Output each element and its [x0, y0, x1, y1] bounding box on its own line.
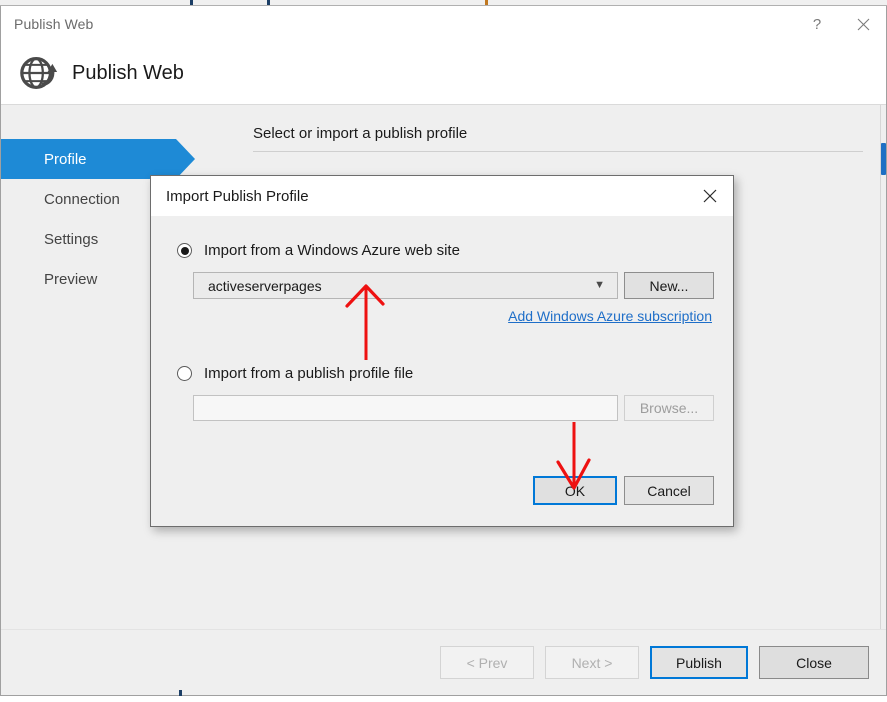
background-window-mark: [190, 0, 193, 5]
close-window-button[interactable]: [840, 6, 886, 42]
ok-button[interactable]: OK: [533, 476, 617, 505]
profile-file-path-input[interactable]: [193, 395, 618, 421]
window-title: Publish Web: [14, 16, 94, 32]
dialog-title-bar: Import Publish Profile: [151, 176, 733, 216]
chevron-down-icon: ▼: [594, 279, 605, 291]
add-azure-subscription-link[interactable]: Add Windows Azure subscription: [508, 308, 712, 324]
sidebar-item-profile[interactable]: Profile: [1, 139, 195, 179]
close-x-icon: [703, 189, 717, 203]
import-from-azure-label: Import from a Windows Azure web site: [204, 242, 460, 259]
background-window-mark: [267, 0, 270, 5]
globe-publish-icon: [20, 57, 58, 89]
cancel-button[interactable]: Cancel: [624, 476, 714, 505]
new-profile-button[interactable]: New...: [624, 272, 714, 299]
import-from-azure-radio[interactable]: Import from a Windows Azure web site: [177, 242, 460, 259]
heading-divider: [253, 151, 863, 152]
background-window-mark: [485, 0, 488, 5]
question-mark-icon: ?: [812, 15, 822, 33]
wizard-footer: < Prev Next > Publish Close: [1, 629, 886, 696]
close-button[interactable]: Close: [759, 646, 869, 679]
sidebar-item-label: Settings: [44, 230, 99, 248]
dialog-title: Import Publish Profile: [166, 187, 309, 205]
window-caption-buttons: ?: [794, 6, 886, 42]
active-tab-arrow-icon: [176, 139, 195, 179]
sidebar-item-label: Preview: [44, 270, 98, 288]
next-button[interactable]: Next >: [545, 646, 639, 679]
azure-website-dropdown[interactable]: activeserverpages ▼: [193, 272, 618, 299]
dialog-close-button[interactable]: [687, 176, 733, 216]
content-heading: Select or import a publish profile: [253, 125, 468, 142]
import-from-file-radio[interactable]: Import from a publish profile file: [177, 365, 413, 382]
radio-button-icon: [177, 366, 192, 381]
import-publish-profile-dialog: Import Publish Profile Import from a Win…: [150, 175, 734, 527]
azure-website-selected-value: activeserverpages: [208, 277, 322, 294]
help-button[interactable]: ?: [794, 6, 840, 42]
page-title: Publish Web: [72, 61, 184, 84]
window-title-bar: Publish Web ?: [1, 6, 886, 42]
sidebar-item-label: Profile: [44, 150, 87, 168]
prev-button[interactable]: < Prev: [440, 646, 534, 679]
radio-button-icon: [177, 243, 192, 258]
close-x-icon: [857, 18, 869, 30]
publish-button[interactable]: Publish: [650, 646, 748, 679]
scrollbar-thumb[interactable]: [881, 143, 886, 175]
sidebar-item-label: Connection: [44, 190, 120, 208]
vertical-scrollbar[interactable]: [880, 105, 886, 629]
browse-button[interactable]: Browse...: [624, 395, 714, 421]
background-window-mark: [179, 690, 182, 696]
dialog-header: Publish Web: [1, 42, 886, 105]
import-from-file-label: Import from a publish profile file: [204, 365, 414, 382]
